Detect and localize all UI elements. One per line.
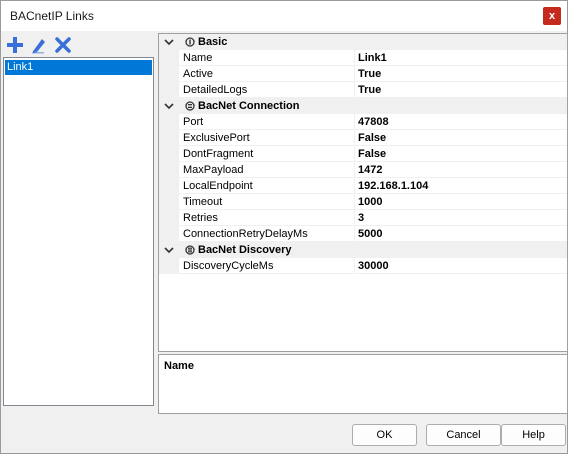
- delete-link-button[interactable]: [52, 35, 74, 55]
- category-label: BacNet Connection: [198, 100, 300, 112]
- property-value[interactable]: 47808: [355, 114, 567, 130]
- category-icon: [185, 245, 195, 255]
- property-row[interactable]: ExclusivePort False: [159, 130, 567, 146]
- property-value[interactable]: False: [355, 146, 567, 162]
- property-row[interactable]: MaxPayload 1472: [159, 162, 567, 178]
- property-value[interactable]: True: [355, 82, 567, 98]
- ok-button[interactable]: OK: [352, 424, 417, 446]
- category-icon: [185, 37, 195, 47]
- edit-link-button[interactable]: [28, 35, 50, 55]
- category-icon: [185, 101, 195, 111]
- window-title: BACnetIP Links: [10, 9, 94, 23]
- property-row[interactable]: Timeout 1000: [159, 194, 567, 210]
- property-name: ExclusivePort: [179, 130, 355, 146]
- title-bar: BACnetIP Links x: [1, 1, 567, 31]
- description-panel: Name: [158, 354, 568, 414]
- property-name: MaxPayload: [179, 162, 355, 178]
- property-name: DontFragment: [179, 146, 355, 162]
- property-value[interactable]: 3: [355, 210, 567, 226]
- property-name: LocalEndpoint: [179, 178, 355, 194]
- x-icon: [55, 37, 71, 53]
- property-row[interactable]: Retries 3: [159, 210, 567, 226]
- close-button[interactable]: x: [543, 7, 561, 25]
- property-value[interactable]: Link1: [355, 50, 567, 66]
- property-value[interactable]: True: [355, 66, 567, 82]
- property-row[interactable]: Active True: [159, 66, 567, 82]
- property-value[interactable]: 192.168.1.104: [355, 178, 567, 194]
- property-name: Timeout: [179, 194, 355, 210]
- add-link-button[interactable]: [4, 35, 26, 55]
- property-row[interactable]: DontFragment False: [159, 146, 567, 162]
- cancel-button[interactable]: Cancel: [426, 424, 501, 446]
- property-row[interactable]: LocalEndpoint 192.168.1.104: [159, 178, 567, 194]
- links-list[interactable]: Link1: [3, 57, 154, 406]
- property-value[interactable]: 1000: [355, 194, 567, 210]
- help-button[interactable]: Help: [501, 424, 566, 446]
- property-name: Port: [179, 114, 355, 130]
- property-row[interactable]: DiscoveryCycleMs 30000: [159, 258, 567, 274]
- property-name: Active: [179, 66, 355, 82]
- category-basic[interactable]: Basic: [159, 34, 567, 50]
- property-name: DiscoveryCycleMs: [179, 258, 355, 274]
- property-name: Name: [179, 50, 355, 66]
- category-bacnet-discovery[interactable]: BacNet Discovery: [159, 242, 567, 258]
- property-row[interactable]: Port 47808: [159, 114, 567, 130]
- property-name: ConnectionRetryDelayMs: [179, 226, 355, 242]
- property-row[interactable]: Name Link1: [159, 50, 567, 66]
- property-grid[interactable]: Basic Name Link1 Active True DetailedLog…: [158, 33, 568, 352]
- property-name: Retries: [179, 210, 355, 226]
- chevron-down-icon[interactable]: [163, 99, 175, 113]
- dialog-window: BACnetIP Links x Link1 Basic Name Link1 …: [0, 0, 568, 454]
- property-value[interactable]: 1472: [355, 162, 567, 178]
- description-title: Name: [164, 360, 194, 372]
- category-bacnet-connection[interactable]: BacNet Connection: [159, 98, 567, 114]
- property-row[interactable]: ConnectionRetryDelayMs 5000: [159, 226, 567, 242]
- property-value[interactable]: False: [355, 130, 567, 146]
- property-row[interactable]: DetailedLogs True: [159, 82, 567, 98]
- property-value[interactable]: 30000: [355, 258, 567, 274]
- list-item[interactable]: Link1: [5, 60, 152, 75]
- pencil-icon: [32, 39, 45, 54]
- toolbar: [4, 34, 154, 56]
- property-name: DetailedLogs: [179, 82, 355, 98]
- category-label: BacNet Discovery: [198, 244, 292, 256]
- plus-icon: [7, 37, 23, 53]
- chevron-down-icon[interactable]: [163, 243, 175, 257]
- chevron-down-icon[interactable]: [163, 35, 175, 49]
- property-value[interactable]: 5000: [355, 226, 567, 242]
- category-label: Basic: [198, 36, 228, 48]
